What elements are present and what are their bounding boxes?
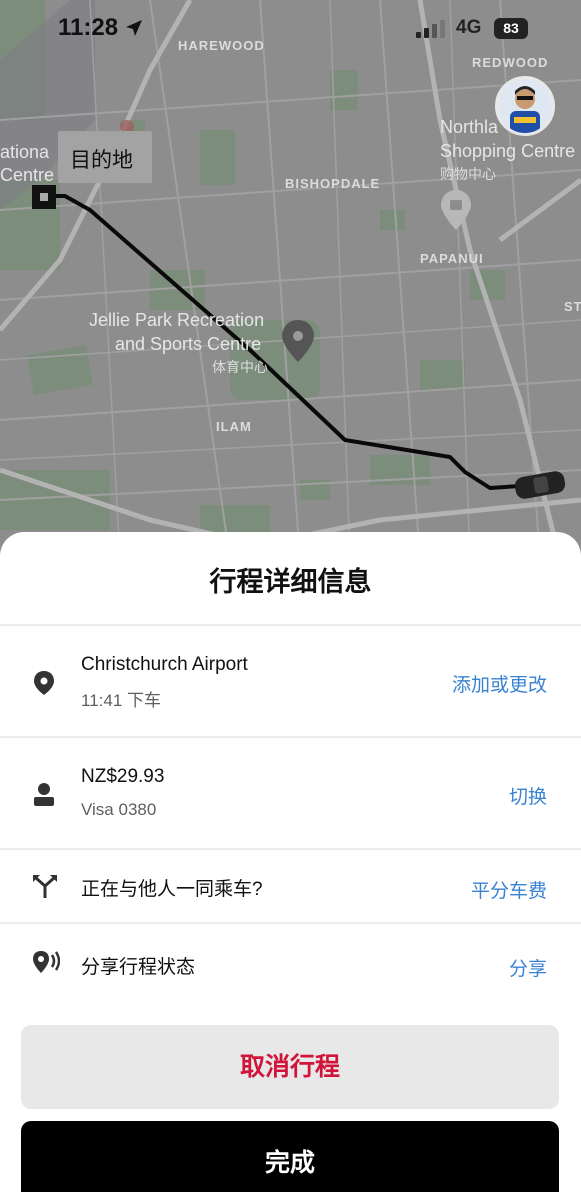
fare-amount: NZ$29.93	[81, 766, 165, 787]
dropoff-time: 11:41 下车	[81, 691, 162, 710]
share-link[interactable]: 分享	[509, 954, 547, 981]
poi-jellie-line1: Jellie Park Recreation	[89, 310, 265, 330]
payment-card: Visa 0380	[81, 800, 157, 819]
switch-payment-link[interactable]: 切换	[509, 782, 547, 809]
add-or-change-link[interactable]: 添加或更改	[452, 670, 547, 697]
suburb-label-ilam: ILAM	[216, 419, 252, 434]
split-fare-link[interactable]: 平分车费	[471, 876, 547, 903]
location-arrow-icon	[126, 20, 142, 36]
poi-northlands-line2: Shopping Centre	[440, 141, 576, 161]
destination-name: Christchurch Airport	[81, 654, 248, 675]
poi-left-line1: ationa	[0, 142, 50, 162]
network-type: 4G	[456, 17, 482, 38]
split-fork-icon	[33, 875, 57, 898]
share-trip-row[interactable]: 分享行程状态 分享	[0, 924, 581, 1004]
sheet-title: 行程详细信息	[209, 567, 372, 598]
destination-marker-icon	[32, 185, 56, 209]
avatar-image	[498, 79, 552, 133]
share-trip-label: 分享行程状态	[81, 957, 196, 978]
suburb-label-st: ST	[564, 299, 581, 314]
poi-northlands-sub: 购物中心	[440, 166, 496, 182]
poi-jellie-sub: 体育中心	[212, 359, 268, 375]
cancel-trip-button[interactable]: 取消行程	[21, 1025, 559, 1109]
person-icon	[34, 783, 54, 806]
poi-jellie-line2: and Sports Centre	[115, 334, 262, 354]
suburb-label-papanui: PAPANUI	[420, 251, 484, 266]
destination-tag: 目的地	[58, 131, 152, 183]
map-streets	[0, 0, 581, 560]
driver-avatar[interactable]	[495, 76, 555, 136]
trip-details-sheet: 行程详细信息 Christchurch Airport 11:41 下车 添加或…	[0, 532, 581, 1192]
share-location-icon	[33, 951, 60, 973]
destination-row[interactable]: Christchurch Airport 11:41 下车 添加或更改	[0, 626, 581, 736]
status-bar: 11:28 4G 83	[0, 0, 581, 60]
suburb-label-bishopdale: BISHOPDALE	[285, 176, 381, 191]
car-icon	[514, 471, 566, 499]
location-pin-icon	[34, 671, 54, 695]
cell-signal-icon	[416, 20, 445, 38]
destination-tag-label: 目的地	[70, 148, 133, 172]
battery-level: 83	[494, 18, 528, 39]
split-fare-row[interactable]: 正在与他人一同乘车? 平分车费	[0, 850, 581, 922]
poi-northlands-line1: Northla	[440, 117, 499, 137]
split-fare-label: 正在与他人一同乘车?	[81, 879, 263, 900]
done-button[interactable]: 完成	[21, 1121, 559, 1192]
clock-time: 11:28	[58, 14, 119, 41]
payment-row[interactable]: NZ$29.93 Visa 0380 切换	[0, 738, 581, 848]
map-view[interactable]: HAREWOOD REDWOOD BISHOPDALE PAPANUI ILAM…	[0, 0, 581, 560]
